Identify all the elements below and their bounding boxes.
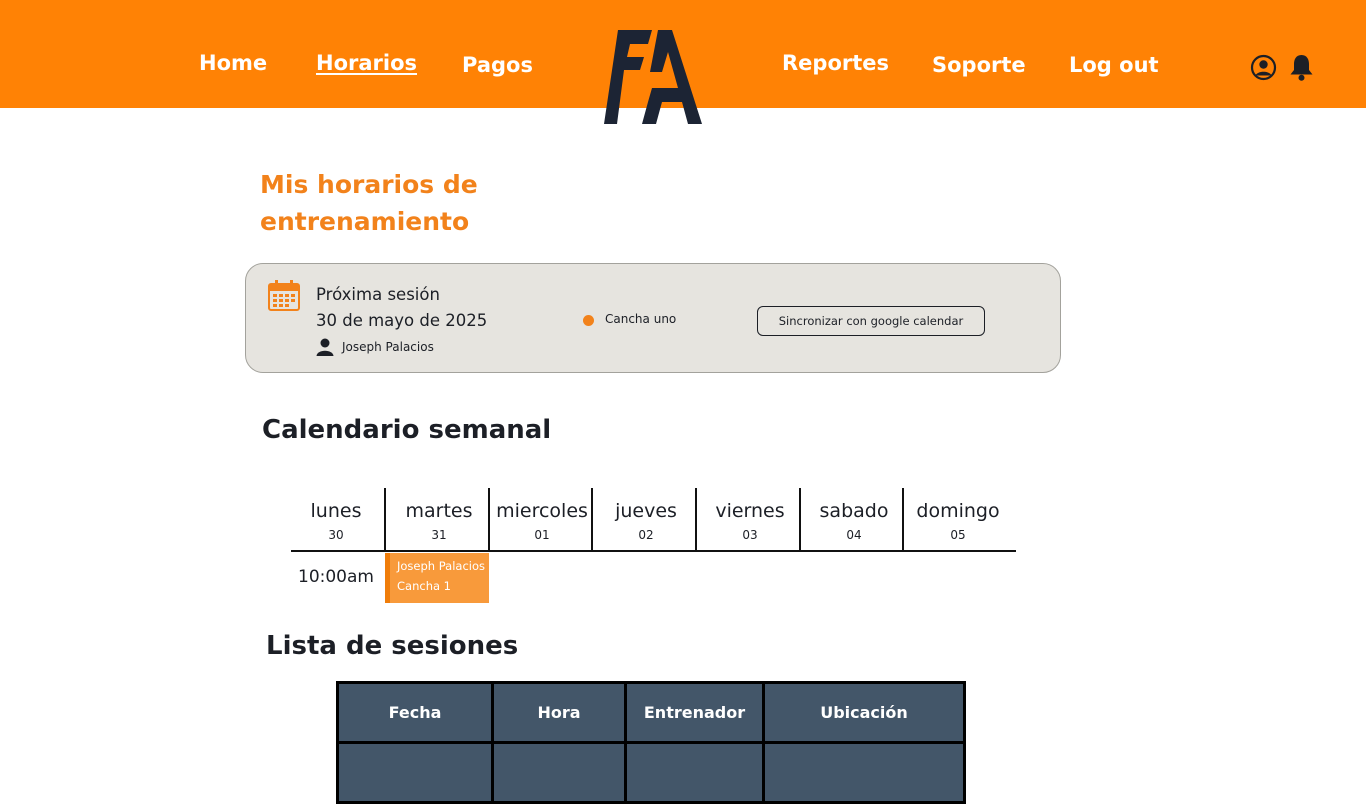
- weekly-calendar-title: Calendario semanal: [262, 415, 552, 445]
- day-name: domingo: [916, 500, 1000, 522]
- day-number: 30: [328, 528, 344, 542]
- nav-home-link[interactable]: Home: [199, 51, 267, 75]
- day-name: martes: [405, 500, 473, 522]
- column-header-hora: Hora: [491, 681, 627, 744]
- event-coach: Joseph Palacios: [397, 559, 485, 573]
- sessions-table: Fecha Hora Entrenador Ubicación: [336, 681, 966, 804]
- table-row: [336, 741, 966, 804]
- day-number: 01: [534, 528, 550, 542]
- dot-icon: [583, 315, 594, 326]
- column-divider: [799, 488, 801, 551]
- table-cell: [624, 741, 765, 804]
- calendar-header-divider: [291, 550, 1016, 552]
- table-cell: [336, 741, 494, 804]
- event-location: Cancha 1: [397, 579, 451, 593]
- calendar-event[interactable]: Joseph Palacios Cancha 1: [385, 553, 489, 603]
- day-header-jueves: jueves 02: [594, 488, 698, 550]
- table-cell: [762, 741, 966, 804]
- day-header-martes: martes 31: [387, 488, 491, 550]
- day-number: 04: [846, 528, 862, 542]
- time-slot-label: 10:00am: [298, 567, 374, 587]
- fa-logo: [604, 30, 702, 125]
- calendar-icon: [268, 280, 300, 315]
- next-session-label: Próxima sesión: [316, 285, 440, 304]
- day-number: 31: [431, 528, 447, 542]
- nav-soporte-link[interactable]: Soporte: [932, 53, 1026, 77]
- column-divider: [384, 488, 386, 551]
- day-header-lunes: lunes 30: [284, 488, 388, 550]
- column-divider: [488, 488, 490, 551]
- day-number: 03: [742, 528, 758, 542]
- column-header-fecha: Fecha: [336, 681, 494, 744]
- person-icon: [316, 338, 334, 360]
- session-list-title: Lista de sesiones: [266, 631, 519, 661]
- day-header-miercoles: miercoles 01: [490, 488, 594, 550]
- day-name: miercoles: [496, 500, 588, 522]
- day-name: jueves: [615, 500, 677, 522]
- next-session-card: Próxima sesión 30 de mayo de 2025 Joseph…: [245, 263, 1061, 373]
- user-circle-icon[interactable]: [1250, 54, 1277, 85]
- next-session-location: Cancha uno: [605, 312, 677, 326]
- column-divider: [591, 488, 593, 551]
- sync-google-calendar-button[interactable]: Sincronizar con google calendar: [757, 306, 985, 336]
- column-divider: [902, 488, 904, 551]
- day-number: 05: [950, 528, 966, 542]
- nav-logout-link[interactable]: Log out: [1069, 53, 1159, 77]
- page-title: Mis horarios de entrenamiento: [260, 170, 478, 236]
- day-header-domingo: domingo 05: [906, 488, 1010, 550]
- day-name: viernes: [715, 500, 785, 522]
- day-number: 02: [638, 528, 654, 542]
- day-header-sabado: sabado 04: [802, 488, 906, 550]
- day-name: sabado: [819, 500, 889, 522]
- table-cell: [491, 741, 627, 804]
- day-name: lunes: [310, 500, 362, 522]
- column-header-entrenador: Entrenador: [624, 681, 765, 744]
- nav-pagos-link[interactable]: Pagos: [462, 53, 533, 77]
- bell-icon[interactable]: [1288, 53, 1315, 86]
- next-session-coach: Joseph Palacios: [342, 340, 434, 354]
- day-header-viernes: viernes 03: [698, 488, 802, 550]
- nav-horarios-link[interactable]: Horarios: [316, 51, 417, 75]
- column-header-ubicacion: Ubicación: [762, 681, 966, 744]
- column-divider: [695, 488, 697, 551]
- nav-reportes-link[interactable]: Reportes: [782, 51, 889, 75]
- next-session-date: 30 de mayo de 2025: [316, 311, 488, 330]
